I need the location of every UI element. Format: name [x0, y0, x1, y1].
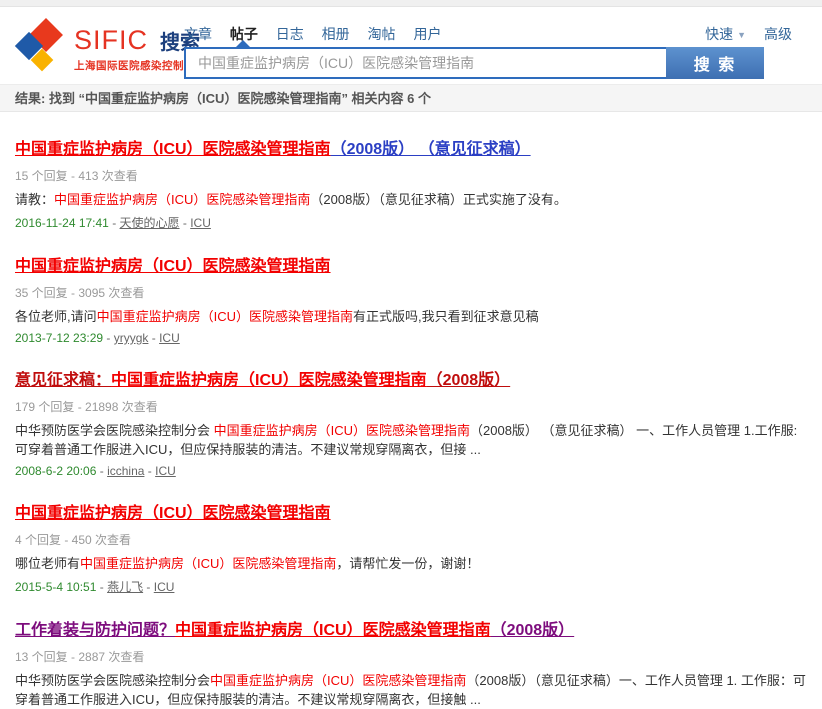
active-tab-pointer [236, 40, 250, 47]
sific-diamond-logo-icon [16, 19, 70, 73]
result-author-link[interactable]: 燕儿飞 [107, 580, 143, 594]
search-header: SIFIC 搜索 上海国际医院感染控制论坛 文章 帖子 日志 相册 淘帖 用户 … [0, 7, 822, 84]
result-author-link[interactable]: icchina [107, 464, 144, 478]
result-count-bar: 结果: 找到 “中国重症监护病房（ICU）医院感染管理指南” 相关内容 6 个 [0, 84, 822, 112]
tab-collections[interactable]: 淘帖 [368, 26, 396, 42]
result-meta: 179 个回复 - 21898 次查看 [15, 398, 807, 415]
result-author-link[interactable]: yryygk [114, 331, 149, 345]
separator: - [103, 331, 114, 345]
result-date: 2008-6-2 20:06 [15, 464, 96, 478]
result-title-link[interactable]: 工作着装与防护问题？中国重症监护病房（ICU）医院感染管理指南（2008版） [15, 620, 807, 641]
brand-name: SIFIC [74, 27, 148, 54]
result-item: 意见征求稿：中国重症监护病房（ICU）医院感染管理指南（2008版） 179 个… [15, 370, 807, 478]
result-title-link[interactable]: 中国重症监护病房（ICU）医院感染管理指南 [15, 503, 807, 524]
result-forum-link[interactable]: ICU [159, 331, 180, 345]
result-meta: 4 个回复 - 450 次查看 [15, 531, 807, 548]
result-date: 2016-11-24 17:41 [15, 216, 109, 230]
separator: - [144, 464, 155, 478]
result-snippet: 请教：中国重症监护病房（ICU）医院感染管理指南（2008版）（意见征求稿）正式… [15, 190, 807, 209]
result-count-text: 结果: 找到 “中国重症监护病房（ICU）医院感染管理指南” 相关内容 6 个 [15, 91, 431, 106]
separator: - [109, 216, 120, 230]
chevron-down-icon[interactable]: ▼ [737, 30, 746, 40]
result-footer: 2008-6-2 20:06 - icchina - ICU [15, 464, 807, 478]
result-date: 2015-5-4 10:51 [15, 580, 96, 594]
result-footer: 2013-7-12 23:29 - yryygk - ICU [15, 331, 807, 345]
result-forum-link[interactable]: ICU [155, 464, 176, 478]
result-title-link[interactable]: 中国重症监护病房（ICU）医院感染管理指南 [15, 256, 807, 277]
result-snippet: 中华预防医学会医院感染控制分会 中国重症监护病房（ICU）医院感染管理指南（20… [15, 421, 807, 459]
result-meta: 15 个回复 - 413 次查看 [15, 167, 807, 184]
top-strip [0, 0, 822, 7]
separator: - [143, 580, 154, 594]
result-item: 中国重症监护病房（ICU）医院感染管理指南（2008版） （意见征求稿） 15 … [15, 139, 807, 231]
result-snippet: 中华预防医学会医院感染控制分会中国重症监护病房（ICU）医院感染管理指南（200… [15, 671, 807, 709]
sific-logo[interactable]: SIFIC 搜索 上海国际医院感染控制论坛 [16, 19, 206, 73]
search-button[interactable]: 搜 索 [666, 47, 764, 79]
tab-articles[interactable]: 文章 [184, 26, 212, 42]
result-snippet: 各位老师,请问中国重症监护病房（ICU）医院感染管理指南有正式版吗,我只看到征求… [15, 307, 807, 326]
result-item: 中国重症监护病房（ICU）医院感染管理指南 35 个回复 - 3095 次查看 … [15, 256, 807, 345]
tab-albums[interactable]: 相册 [322, 26, 350, 42]
quick-search-link[interactable]: 快速 [705, 24, 733, 44]
result-footer: 2015-5-4 10:51 - 燕儿飞 - ICU [15, 578, 807, 595]
result-meta: 13 个回复 - 2887 次查看 [15, 648, 807, 665]
separator: - [148, 331, 159, 345]
tab-blogs[interactable]: 日志 [276, 26, 304, 42]
result-forum-link[interactable]: ICU [154, 580, 175, 594]
tab-users[interactable]: 用户 [413, 26, 441, 42]
results-list: 中国重症监护病房（ICU）医院感染管理指南（2008版） （意见征求稿） 15 … [0, 112, 822, 709]
result-date: 2013-7-12 23:29 [15, 331, 103, 345]
search-input[interactable] [184, 47, 666, 79]
result-title-link[interactable]: 中国重症监护病房（ICU）医院感染管理指南（2008版） （意见征求稿） [15, 139, 807, 160]
result-title-link[interactable]: 意见征求稿：中国重症监护病房（ICU）医院感染管理指南（2008版） [15, 370, 807, 391]
result-forum-link[interactable]: ICU [190, 216, 211, 230]
result-snippet: 哪位老师有中国重症监护病房（ICU）医院感染管理指南，请帮忙发一份，谢谢！ [15, 554, 807, 573]
quick-links: 快速 ▼ 高级 [705, 24, 792, 44]
result-meta: 35 个回复 - 3095 次查看 [15, 284, 807, 301]
result-item: 中国重症监护病房（ICU）医院感染管理指南 4 个回复 - 450 次查看 哪位… [15, 503, 807, 595]
search-bar: 搜 索 [184, 47, 764, 79]
result-author-link[interactable]: 天使的心愿 [120, 216, 180, 230]
result-item: 工作着装与防护问题？中国重症监护病房（ICU）医院感染管理指南（2008版） 1… [15, 620, 807, 709]
separator: - [96, 580, 107, 594]
separator: - [96, 464, 107, 478]
result-footer: 2016-11-24 17:41 - 天使的心愿 - ICU [15, 214, 807, 231]
advanced-search-link[interactable]: 高级 [764, 24, 792, 44]
search-type-tabs: 文章 帖子 日志 相册 淘帖 用户 [184, 24, 455, 44]
separator: - [180, 216, 191, 230]
